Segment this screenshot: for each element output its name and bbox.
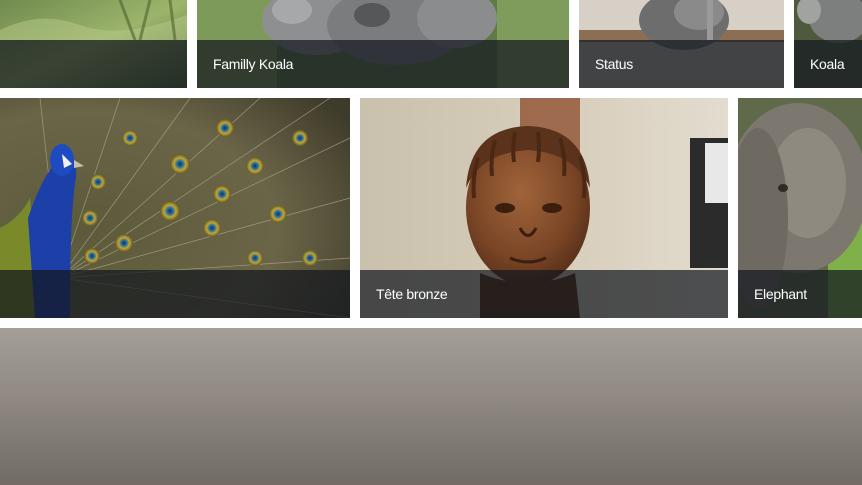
photo-gallery: Familly Koala Status Koala Tête bronze E…: [0, 0, 862, 485]
gallery-tile-peacock[interactable]: [0, 98, 350, 318]
gallery-tile-landscape[interactable]: [0, 328, 862, 485]
gallery-tile-koala[interactable]: Koala: [794, 0, 862, 88]
gray-landscape-photo: [0, 328, 862, 485]
gallery-tile-elephant[interactable]: Elephant: [738, 98, 862, 318]
tile-caption: Koala: [794, 40, 862, 88]
gallery-tile-status[interactable]: Status: [579, 0, 784, 88]
tile-caption: Status: [579, 40, 784, 88]
tile-caption: Tête bronze: [360, 270, 728, 318]
tile-caption: Elephant: [738, 270, 862, 318]
tile-caption: Familly Koala: [197, 40, 569, 88]
gallery-tile-grass[interactable]: [0, 0, 187, 88]
tile-caption: [0, 270, 350, 318]
tile-caption: [0, 40, 187, 88]
gallery-tile-tete-bronze[interactable]: Tête bronze: [360, 98, 728, 318]
gallery-tile-familly-koala[interactable]: Familly Koala: [197, 0, 569, 88]
